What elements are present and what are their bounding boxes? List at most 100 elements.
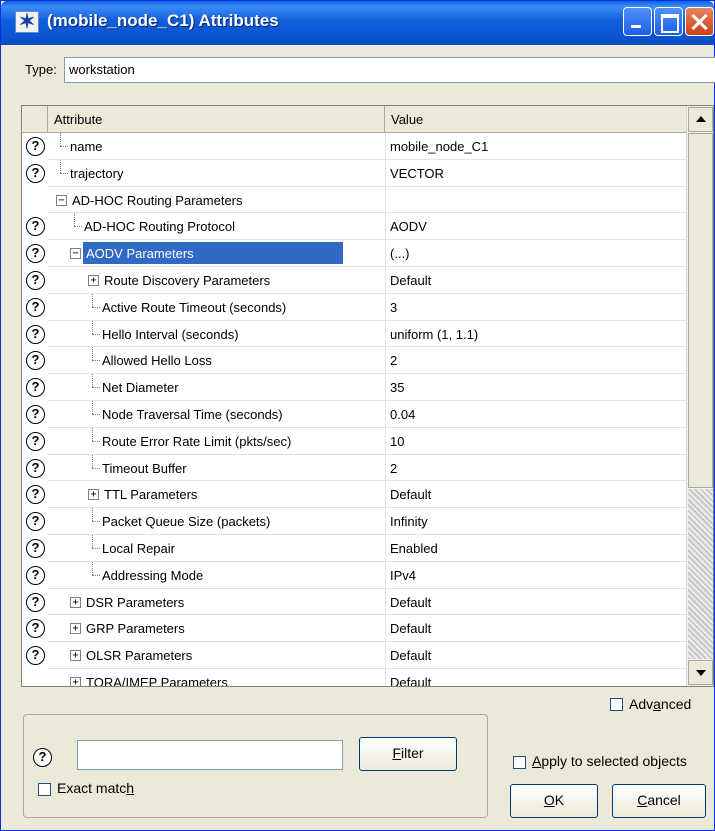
help-icon[interactable]: ? — [26, 485, 45, 505]
ok-button[interactable]: OK — [510, 784, 598, 818]
value-cell[interactable]: Enabled — [385, 535, 686, 562]
help-icon[interactable]: ? — [26, 217, 45, 237]
value-cell[interactable]: Default — [385, 267, 686, 294]
attribute-cell[interactable]: − AD-HOC Routing Parameters — [48, 187, 385, 214]
value-cell[interactable]: Infinity — [385, 508, 686, 535]
value-cell[interactable]: 2 — [385, 347, 686, 375]
help-cell[interactable]: ? — [26, 458, 45, 478]
table-row[interactable]: ? − AODV Parameters (...) — [22, 240, 686, 267]
value-cell[interactable]: mobile_node_C1 — [385, 133, 686, 160]
help-cell[interactable]: ? — [26, 619, 45, 639]
filter-button[interactable]: Filter — [359, 737, 457, 771]
value-cell[interactable]: AODV — [385, 213, 686, 241]
value-cell[interactable]: VECTOR — [385, 159, 686, 187]
help-icon[interactable]: ? — [26, 539, 45, 558]
plus-box-icon[interactable]: + — [70, 596, 81, 608]
attribute-cell[interactable]: + Route Discovery Parameters — [48, 267, 385, 294]
value-cell[interactable]: uniform (1, 1.1) — [385, 320, 686, 348]
value-cell[interactable]: 35 — [385, 374, 686, 401]
help-cell[interactable]: ? — [26, 351, 45, 371]
exact-match-checkbox[interactable] — [38, 783, 51, 796]
attribute-cell[interactable]: Addressing Mode — [48, 561, 385, 589]
minus-box-icon[interactable]: − — [56, 194, 67, 206]
value-cell[interactable]: Default — [385, 615, 686, 643]
attribute-cell[interactable]: Net Diameter — [48, 374, 385, 401]
value-cell[interactable]: 10 — [385, 427, 686, 455]
help-cell[interactable]: ? — [26, 565, 45, 585]
help-cell[interactable]: ? — [26, 539, 45, 558]
table-row[interactable]: ? Net Diameter 35 — [22, 374, 686, 401]
help-icon[interactable]: ? — [26, 137, 45, 156]
help-icon[interactable]: ? — [26, 244, 45, 264]
filter-help[interactable]: ? — [33, 748, 52, 767]
help-icon[interactable]: ? — [26, 619, 45, 639]
table-row[interactable]: ? + TTL Parameters Default — [22, 481, 686, 509]
table-row[interactable]: ? Local Repair Enabled — [22, 535, 686, 562]
attribute-cell[interactable]: name — [48, 133, 385, 160]
plus-box-icon[interactable]: + — [70, 650, 81, 662]
value-cell[interactable]: 2 — [385, 454, 686, 482]
help-icon[interactable]: ? — [26, 351, 45, 371]
attribute-cell[interactable]: Route Error Rate Limit (pkts/sec) — [48, 427, 385, 455]
table-row[interactable]: − AD-HOC Routing Parameters — [22, 186, 686, 214]
attribute-cell[interactable]: AD-HOC Routing Protocol — [48, 213, 385, 241]
attribute-cell[interactable]: Timeout Buffer — [48, 454, 385, 482]
table-row[interactable]: ? name mobile_node_C1 — [22, 133, 686, 160]
attribute-cell[interactable]: Hello Interval (seconds) — [48, 320, 385, 348]
attribute-cell[interactable]: + OLSR Parameters — [48, 642, 385, 669]
table-row[interactable]: ? Hello Interval (seconds) uniform (1, 1.1… — [22, 320, 686, 348]
table-row[interactable]: ? Timeout Buffer 2 — [22, 454, 686, 482]
help-icon[interactable]: ? — [26, 592, 45, 612]
table-row[interactable]: ? trajectory VECTOR — [22, 159, 686, 187]
table-row[interactable]: ? Active Route Timeout (seconds) 3 — [22, 293, 686, 321]
help-icon[interactable]: ? — [26, 565, 45, 585]
help-cell[interactable]: ? — [26, 163, 45, 183]
minus-box-icon[interactable]: − — [70, 248, 81, 260]
filter-input[interactable] — [77, 740, 343, 770]
help-icon[interactable]: ? — [26, 297, 45, 317]
scroll-thumb[interactable] — [688, 133, 713, 488]
value-cell[interactable] — [385, 186, 686, 214]
help-icon[interactable]: ? — [26, 646, 45, 666]
header-attribute[interactable]: Attribute — [48, 106, 385, 133]
attribute-cell[interactable]: Allowed Hello Loss — [48, 347, 385, 375]
value-cell[interactable]: 3 — [385, 293, 686, 321]
title-bar[interactable]: ✶ (mobile_node_C1) Attributes — [1, 1, 714, 45]
table-row[interactable]: ? AD-HOC Routing Protocol AODV — [22, 213, 686, 241]
table-row[interactable]: ? Allowed Hello Loss 2 — [22, 347, 686, 375]
help-icon[interactable]: ? — [26, 512, 45, 532]
help-icon[interactable]: ? — [26, 163, 45, 183]
table-row[interactable]: ? + Route Discovery Parameters Default — [22, 267, 686, 294]
plus-box-icon[interactable]: + — [70, 677, 81, 686]
attribute-cell[interactable]: Packet Queue Size (packets) — [48, 508, 385, 535]
value-cell[interactable]: IPv4 — [385, 561, 686, 589]
attribute-cell[interactable]: + TORA/IMEP Parameters — [48, 669, 385, 686]
apply-selected-checkbox[interactable] — [513, 756, 526, 769]
help-icon[interactable]: ? — [26, 458, 45, 478]
help-cell[interactable]: ? — [26, 137, 45, 156]
value-cell[interactable]: Default — [385, 669, 686, 686]
help-cell[interactable]: ? — [26, 405, 45, 424]
help-icon[interactable]: ? — [26, 271, 45, 290]
help-icon[interactable]: ? — [26, 324, 45, 344]
advanced-checkbox[interactable] — [610, 698, 623, 711]
cancel-button[interactable]: Cancel — [612, 784, 706, 818]
help-icon[interactable]: ? — [26, 378, 45, 398]
help-cell[interactable]: ? — [26, 378, 45, 398]
help-cell[interactable]: ? — [26, 485, 45, 505]
attribute-cell[interactable]: Active Route Timeout (seconds) — [48, 293, 385, 321]
table-row[interactable]: ? + OLSR Parameters Default — [22, 642, 686, 669]
scroll-down-button[interactable] — [688, 660, 713, 685]
table-row[interactable]: ? Packet Queue Size (packets) Infinity — [22, 508, 686, 535]
value-cell[interactable]: 0.04 — [385, 401, 686, 428]
plus-box-icon[interactable]: + — [70, 623, 81, 635]
value-cell[interactable]: Default — [385, 481, 686, 509]
table-row[interactable]: ? Addressing Mode IPv4 — [22, 561, 686, 589]
plus-box-icon[interactable]: + — [88, 275, 99, 286]
attribute-cell[interactable]: − AODV Parameters — [48, 240, 385, 267]
help-cell[interactable]: ? — [26, 217, 45, 237]
help-cell[interactable]: ? — [26, 646, 45, 666]
help-cell[interactable]: ? — [26, 431, 45, 451]
table-row[interactable]: ? Node Traversal Time (seconds) 0.04 — [22, 401, 686, 428]
type-field[interactable]: workstation — [64, 57, 715, 83]
